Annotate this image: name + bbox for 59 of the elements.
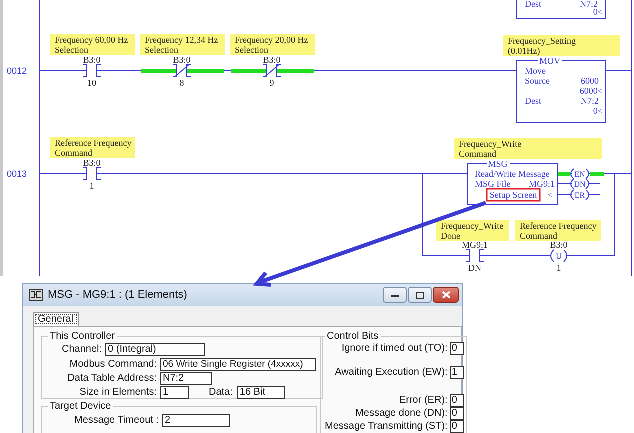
input-field[interactable]: 1 bbox=[160, 386, 189, 398]
address-label: B3:0 bbox=[83, 55, 101, 65]
bit-label: 9 bbox=[270, 78, 274, 88]
bit-label: 8 bbox=[180, 78, 184, 88]
bit-value-field[interactable]: 0 bbox=[450, 394, 464, 407]
minimize-button[interactable] bbox=[383, 287, 407, 303]
address-label: MG9:1 bbox=[462, 240, 488, 250]
rung-comment: Frequency_Write Command bbox=[454, 138, 602, 159]
group-title: This Controller bbox=[49, 331, 116, 342]
maximize-button[interactable] bbox=[408, 287, 432, 303]
rung-number: 0013 bbox=[7, 169, 28, 179]
rung-comment: Frequency_Write Done bbox=[436, 220, 509, 241]
close-button[interactable] bbox=[433, 287, 459, 303]
rung-comment: Frequency_Setting (0.01Hz) bbox=[503, 35, 620, 56]
bit-label: Message done (DN): bbox=[356, 408, 448, 419]
rung-comment: Frequency 60,00 Hz Selection bbox=[50, 34, 135, 55]
bit-label: 10 bbox=[88, 78, 96, 88]
bit-label: 1 bbox=[90, 181, 94, 191]
input-field[interactable]: 0 (Integral) bbox=[105, 342, 206, 356]
rung-comment: Reference Frequency Command bbox=[515, 220, 601, 241]
rung-comment: Frequency 20,00 Hz Selection bbox=[230, 34, 315, 55]
input-field[interactable]: 06 Write Single Register (4xxxxx) bbox=[160, 358, 316, 370]
bit-label: 1 bbox=[556, 263, 562, 273]
instruction-box: Dest N7:2 0< bbox=[516, 0, 606, 20]
field-label: Channel: bbox=[62, 344, 102, 354]
field-label: Modbus Command: bbox=[68, 358, 157, 370]
window-title: MSG - MG9:1 : (1 Elements) bbox=[48, 289, 188, 301]
address-label: B3:0 bbox=[263, 55, 281, 65]
address-label: B3:0 bbox=[173, 55, 191, 65]
bit-value-field[interactable]: 0 bbox=[450, 407, 464, 420]
bit-label: Message Transmitting (ST): bbox=[325, 421, 448, 432]
bit-label: Ignore if timed out (TO): bbox=[342, 343, 448, 354]
field-label: Data: bbox=[209, 386, 233, 398]
minimize-icon bbox=[391, 294, 399, 296]
group-title: Target Device bbox=[49, 401, 112, 412]
field-label: Size in Elements: bbox=[78, 386, 157, 398]
address-label: B3:0 bbox=[550, 240, 568, 250]
bit-value-field[interactable]: 0 bbox=[450, 420, 464, 433]
tab[interactable]: General bbox=[33, 312, 79, 326]
setup-screen-button[interactable]: Setup Screen bbox=[486, 188, 541, 202]
field-label: Message Timeout : bbox=[74, 414, 159, 426]
bit-value-field[interactable]: 0 bbox=[450, 342, 464, 355]
move-instruction-box: MOV Move Source 6000 6000< Dest N7:2 0< bbox=[516, 56, 606, 124]
bit-label: DN bbox=[468, 263, 482, 273]
input-field[interactable]: 16 Bit bbox=[236, 386, 285, 398]
maximize-icon bbox=[416, 292, 424, 298]
rung-comment: Frequency 12,34 Hz Selection bbox=[140, 34, 225, 55]
rung-number: 0012 bbox=[7, 66, 28, 76]
close-icon bbox=[442, 291, 450, 299]
rung-comment: Reference Frequency Command bbox=[50, 137, 135, 158]
field-label: Data Table Address: bbox=[66, 372, 157, 384]
input-field[interactable]: 2 bbox=[162, 414, 230, 426]
bit-value-field[interactable]: 1 bbox=[450, 366, 464, 379]
group-title: Control Bits bbox=[326, 331, 380, 342]
input-field[interactable]: N7:2 bbox=[160, 372, 212, 384]
bit-label: Error (ER): bbox=[399, 395, 448, 406]
ladder-app-icon bbox=[29, 289, 43, 301]
bit-label: Awaiting Execution (EW): bbox=[335, 367, 448, 378]
address-label: B3:0 bbox=[83, 158, 101, 168]
